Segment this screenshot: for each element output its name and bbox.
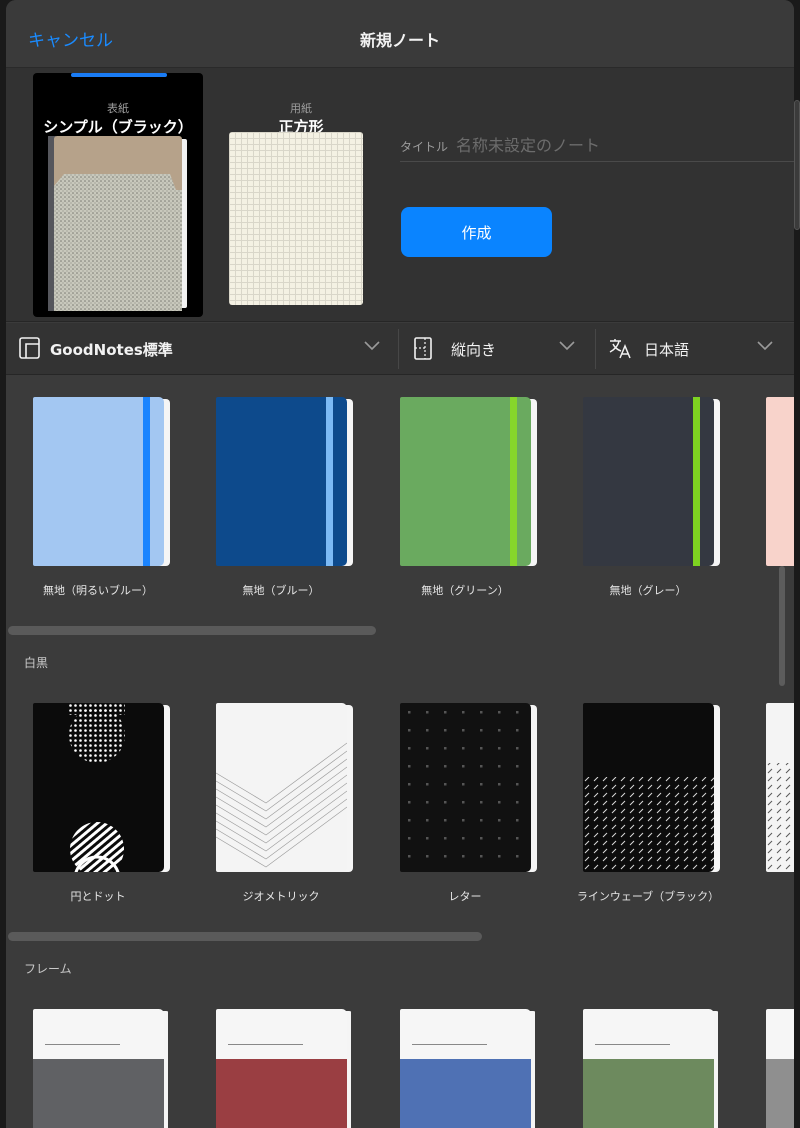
cover-template[interactable] xyxy=(583,703,720,872)
sheet-title: 新規ノート xyxy=(359,31,440,50)
orientation-label: 縦向き xyxy=(451,341,497,359)
cover-template-partial[interactable] xyxy=(766,397,794,566)
new-notebook-sheet: キャンセル 新規ノート 表紙 シンプル（ブラック） 用紙 正方形 タイトル 名称… xyxy=(6,0,794,1128)
cover-template-partial[interactable] xyxy=(766,703,794,872)
cover-template-label: レター xyxy=(448,890,482,903)
cover-template[interactable] xyxy=(216,1009,351,1128)
horizontal-scrollbar[interactable] xyxy=(8,626,376,635)
paper-label: 用紙 xyxy=(290,102,312,115)
chevron-down-icon xyxy=(757,341,773,351)
cover-template-label: 無地（明るいブルー） xyxy=(43,584,153,597)
language-label: 日本語 xyxy=(644,341,690,359)
cover-template-label: 円とドット xyxy=(70,890,126,903)
template-set-dropdown[interactable]: GoodNotes標準 xyxy=(6,323,398,375)
notebook-config-panel: 表紙 シンプル（ブラック） 用紙 正方形 タイトル 名称未設定のノート 作成 xyxy=(6,68,794,322)
portrait-orientation-icon xyxy=(414,337,432,360)
cover-template-label: 無地（グレー） xyxy=(609,584,687,597)
cover-label: 表紙 xyxy=(107,102,129,115)
title-input[interactable] xyxy=(456,132,776,158)
cover-option[interactable]: 表紙 シンプル（ブラック） xyxy=(33,73,203,317)
cover-template-label: 無地（グリーン） xyxy=(421,584,509,597)
cover-template-partial[interactable] xyxy=(766,1009,794,1128)
template-icon xyxy=(19,337,40,359)
paper-option[interactable]: 用紙 正方形 xyxy=(211,73,363,317)
cover-template[interactable] xyxy=(400,397,537,566)
background-window-edge xyxy=(794,100,800,230)
cover-template-label: ラインウェーブ（ブラック） xyxy=(576,890,720,903)
section-title-frame: フレーム xyxy=(24,962,72,976)
cover-template[interactable] xyxy=(33,703,170,872)
paper-thumbnail xyxy=(229,132,363,305)
cover-template[interactable] xyxy=(400,1009,535,1128)
cover-template[interactable] xyxy=(216,397,353,566)
cover-template[interactable] xyxy=(33,1009,168,1128)
horizontal-scrollbar[interactable] xyxy=(8,932,482,941)
cover-template[interactable] xyxy=(400,703,537,872)
chevron-down-icon xyxy=(559,341,575,351)
cover-template[interactable] xyxy=(583,397,720,566)
template-library: 無地（明るいブルー） 無地（ブルー） 無地（グリーン） 無地（グレー） 白黒 円… xyxy=(6,376,794,1128)
section-title-mono: 白黒 xyxy=(24,656,49,670)
vertical-scrollbar[interactable] xyxy=(779,566,785,686)
cover-template-label: 無地（ブルー） xyxy=(242,584,320,597)
cover-template-label: ジオメトリック xyxy=(242,890,320,903)
cover-thumbnail xyxy=(48,136,187,311)
chevron-down-icon xyxy=(364,341,380,351)
orientation-dropdown[interactable]: 縦向き xyxy=(399,323,595,375)
title-row: タイトル xyxy=(400,130,794,162)
language-dropdown[interactable]: 日本語 xyxy=(596,323,794,375)
template-set-label: GoodNotes標準 xyxy=(50,341,173,359)
translate-icon xyxy=(609,339,631,359)
cover-template[interactable] xyxy=(583,1009,718,1128)
cover-template[interactable] xyxy=(216,703,353,872)
selected-indicator xyxy=(71,73,167,77)
cover-value: シンプル（ブラック） xyxy=(43,118,193,136)
template-filter-bar: GoodNotes標準 縦向き 日本語 xyxy=(6,323,794,375)
create-button[interactable]: 作成 xyxy=(401,207,552,257)
cover-template[interactable] xyxy=(33,397,170,566)
nav-bar: キャンセル 新規ノート xyxy=(6,0,794,68)
title-label: タイトル xyxy=(400,140,449,154)
